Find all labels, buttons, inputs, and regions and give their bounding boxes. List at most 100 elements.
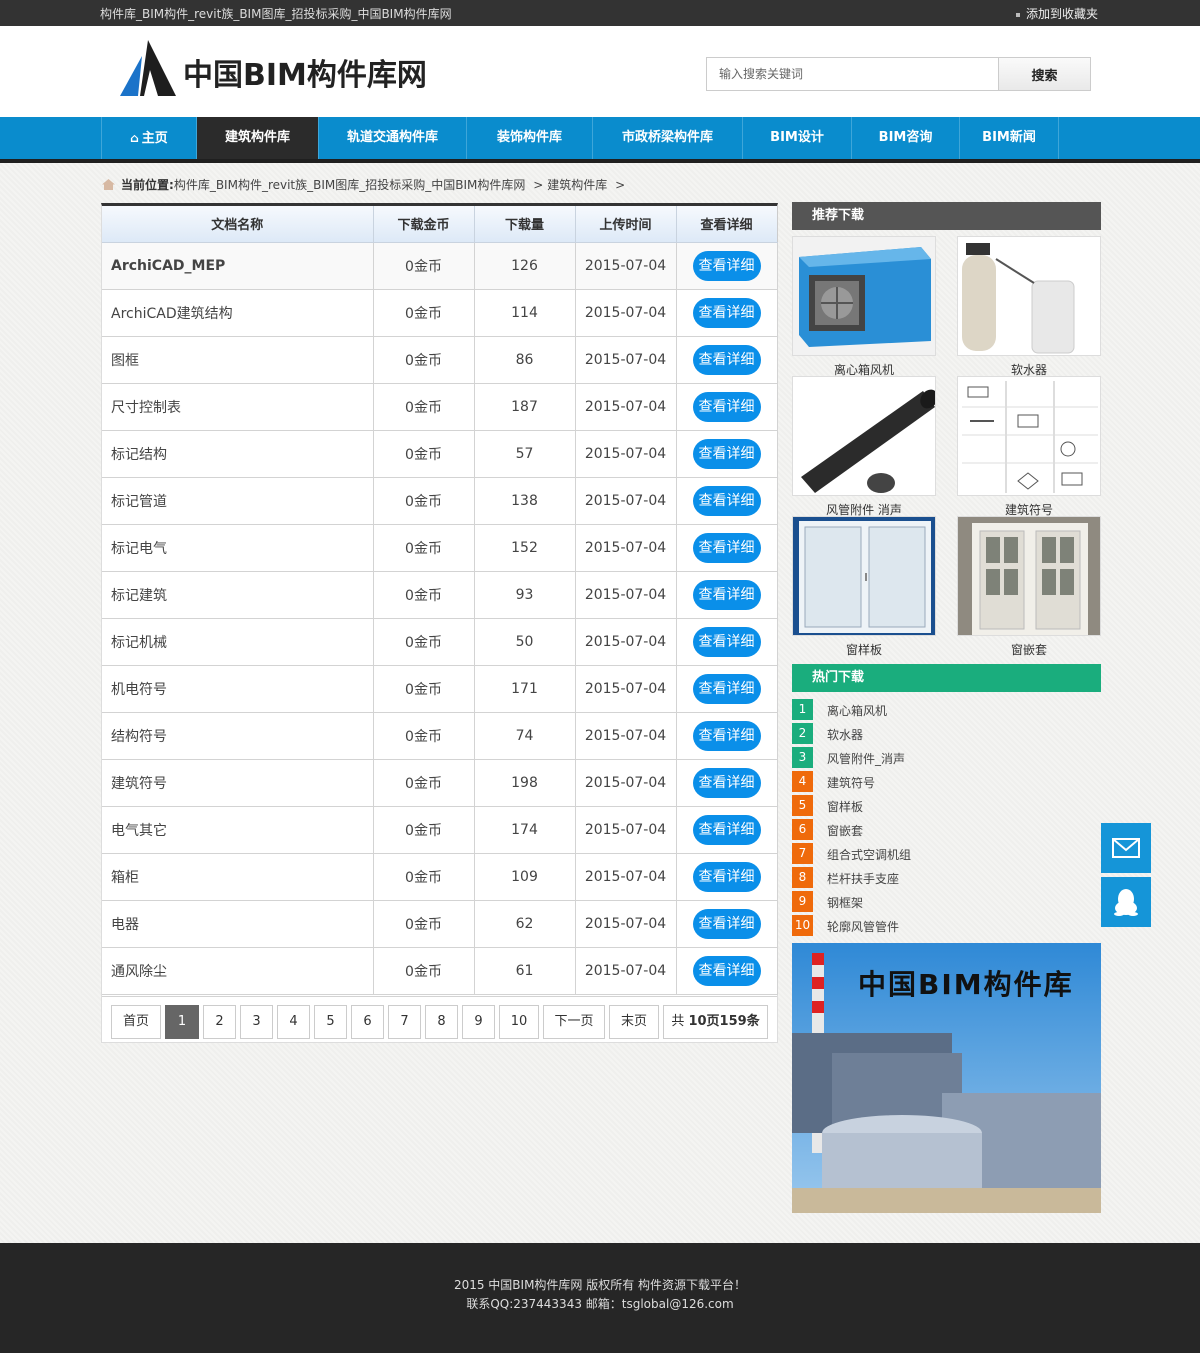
hot-rank-badge: 9	[792, 891, 813, 912]
view-detail-button[interactable]: 查看详细	[692, 250, 761, 281]
recommend-item[interactable]: 窗嵌套	[957, 516, 1101, 658]
hot-item-label[interactable]: 窗样板	[827, 798, 863, 815]
doc-name-link[interactable]: ArchiCAD建筑结构	[102, 289, 374, 337]
doc-name-link[interactable]: 电气其它	[102, 806, 374, 854]
door-thumbnail[interactable]	[957, 516, 1101, 636]
hot-item-label[interactable]: 钢框架	[827, 894, 863, 911]
recommend-item[interactable]: 窗样板	[792, 516, 936, 658]
email-contact-button[interactable]	[1101, 823, 1151, 873]
qq-contact-button[interactable]	[1101, 877, 1151, 927]
page-10[interactable]: 10	[499, 1005, 539, 1039]
view-detail-button[interactable]: 查看详细	[692, 297, 761, 328]
hot-item[interactable]: 9 钢框架	[792, 890, 1101, 914]
hot-item[interactable]: 8 栏杆扶手支座	[792, 866, 1101, 890]
page-1[interactable]: 1	[165, 1005, 199, 1039]
hot-item-label[interactable]: 离心箱风机	[827, 702, 887, 719]
fan-box-thumbnail[interactable]	[792, 236, 936, 356]
promo-banner[interactable]: 中国BIM构件库	[792, 943, 1101, 1213]
doc-name-link[interactable]: 通风除尘	[102, 947, 374, 995]
nav-item-building[interactable]: 建筑构件库	[197, 117, 319, 159]
nav-item-bim-news[interactable]: BIM新闻	[960, 117, 1059, 159]
view-detail-button[interactable]: 查看详细	[692, 626, 761, 657]
view-detail-button[interactable]: 查看详细	[692, 955, 761, 986]
hot-item[interactable]: 6 窗嵌套	[792, 818, 1101, 842]
water-softener-thumbnail[interactable]	[957, 236, 1101, 356]
view-detail-button[interactable]: 查看详细	[692, 391, 761, 422]
hot-item-label[interactable]: 风管附件_消声	[827, 750, 905, 767]
page-5[interactable]: 5	[314, 1005, 347, 1039]
doc-name-link[interactable]: 结构符号	[102, 712, 374, 760]
page-last[interactable]: 末页	[609, 1005, 659, 1039]
building-symbols-thumbnail[interactable]	[957, 376, 1101, 496]
hot-item-label[interactable]: 软水器	[827, 726, 863, 743]
breadcrumb-current[interactable]: 建筑构件库	[547, 178, 607, 192]
doc-name-link[interactable]: 建筑符号	[102, 759, 374, 807]
hot-item[interactable]: 3 风管附件_消声	[792, 746, 1101, 770]
nav-item-municipal[interactable]: 市政桥梁构件库	[593, 117, 743, 159]
doc-name-link[interactable]: ArchiCAD_MEP	[102, 242, 374, 290]
search-input[interactable]	[706, 57, 999, 91]
hot-item[interactable]: 2 软水器	[792, 722, 1101, 746]
logo-icon	[120, 40, 176, 96]
hot-item[interactable]: 10 轮廓风管管件	[792, 914, 1101, 938]
breadcrumb-home-link[interactable]: 构件库_BIM构件_revit族_BIM图库_招投标采购_中国BIM构件库网	[174, 178, 526, 192]
view-detail-button[interactable]: 查看详细	[692, 485, 761, 516]
view-detail-button[interactable]: 查看详细	[692, 814, 761, 845]
view-detail-button[interactable]: 查看详细	[692, 532, 761, 563]
doc-name-link[interactable]: 标记管道	[102, 477, 374, 525]
page-3[interactable]: 3	[240, 1005, 273, 1039]
page-9[interactable]: 9	[462, 1005, 495, 1039]
hot-item-label[interactable]: 窗嵌套	[827, 822, 863, 839]
hot-item[interactable]: 4 建筑符号	[792, 770, 1101, 794]
hot-item-label[interactable]: 组合式空调机组	[827, 846, 911, 863]
view-detail-button[interactable]: 查看详细	[692, 908, 761, 939]
hot-item[interactable]: 7 组合式空调机组	[792, 842, 1101, 866]
view-detail-button[interactable]: 查看详细	[692, 720, 761, 751]
doc-name-link[interactable]: 图框	[102, 336, 374, 384]
page-4[interactable]: 4	[277, 1005, 310, 1039]
doc-name-link[interactable]: 标记建筑	[102, 571, 374, 619]
doc-date: 2015-07-04	[575, 336, 677, 384]
page-2[interactable]: 2	[203, 1005, 236, 1039]
view-detail-button[interactable]: 查看详细	[692, 579, 761, 610]
view-detail-button[interactable]: 查看详细	[692, 344, 761, 375]
hot-item[interactable]: 1 离心箱风机	[792, 698, 1101, 722]
doc-name-link[interactable]: 箱柜	[102, 853, 374, 901]
view-detail-button[interactable]: 查看详细	[692, 767, 761, 798]
recommend-caption[interactable]: 窗嵌套	[957, 641, 1101, 658]
nav-item-decoration[interactable]: 装饰构件库	[467, 117, 593, 159]
nav-item-home[interactable]: ⌂ 主页	[102, 117, 197, 159]
nav-item-rail[interactable]: 轨道交通构件库	[319, 117, 467, 159]
doc-date: 2015-07-04	[575, 900, 677, 948]
doc-name-link[interactable]: 尺寸控制表	[102, 383, 374, 431]
hot-item-label[interactable]: 栏杆扶手支座	[827, 870, 899, 887]
window-thumbnail[interactable]	[792, 516, 936, 636]
doc-name-link[interactable]: 标记机械	[102, 618, 374, 666]
add-favorite-link[interactable]: 添加到收藏夹	[1015, 5, 1098, 22]
page-8[interactable]: 8	[425, 1005, 458, 1039]
page-6[interactable]: 6	[351, 1005, 384, 1039]
recommend-item[interactable]: 离心箱风机	[792, 236, 936, 377]
recommend-item[interactable]: 风管附件 消声	[792, 376, 936, 517]
doc-name-link[interactable]: 标记结构	[102, 430, 374, 478]
nav-item-bim-design[interactable]: BIM设计	[743, 117, 852, 159]
view-detail-button[interactable]: 查看详细	[692, 438, 761, 469]
doc-name-link[interactable]: 机电符号	[102, 665, 374, 713]
hot-item-label[interactable]: 建筑符号	[827, 774, 875, 791]
hot-item[interactable]: 5 窗样板	[792, 794, 1101, 818]
page-first[interactable]: 首页	[111, 1005, 161, 1039]
silencer-thumbnail[interactable]	[792, 376, 936, 496]
search-button[interactable]: 搜索	[998, 57, 1091, 91]
view-detail-button[interactable]: 查看详细	[692, 673, 761, 704]
page-7[interactable]: 7	[388, 1005, 421, 1039]
doc-name-link[interactable]: 标记电气	[102, 524, 374, 572]
page-next[interactable]: 下一页	[543, 1005, 605, 1039]
site-logo[interactable]: 中国BIM构件库网	[120, 40, 440, 100]
view-detail-button[interactable]: 查看详细	[692, 861, 761, 892]
recommend-item[interactable]: 软水器	[957, 236, 1101, 377]
recommend-caption[interactable]: 窗样板	[792, 641, 936, 658]
doc-name-link[interactable]: 电器	[102, 900, 374, 948]
recommend-item[interactable]: 建筑符号	[957, 376, 1101, 517]
nav-item-bim-consult[interactable]: BIM咨询	[852, 117, 960, 159]
hot-item-label[interactable]: 轮廓风管管件	[827, 918, 899, 935]
